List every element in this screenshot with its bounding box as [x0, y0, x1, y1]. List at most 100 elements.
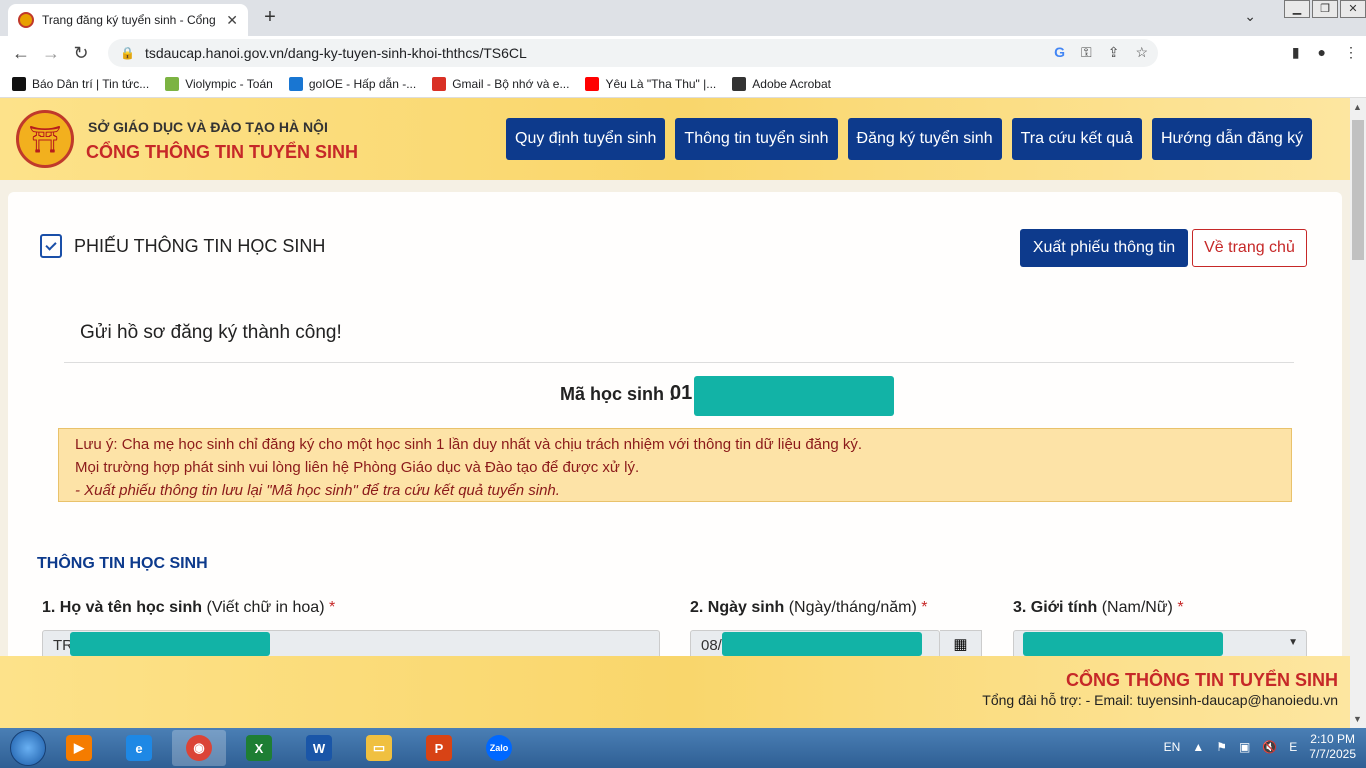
field-name-title: 1. Họ và tên học sinh [42, 599, 203, 616]
export-info-button[interactable]: Xuất phiếu thông tin [1020, 229, 1188, 267]
taskbar-powerpoint[interactable]: P [412, 730, 466, 766]
input-method-icon[interactable]: E [1289, 740, 1297, 754]
taskbar-excel[interactable]: X [232, 730, 286, 766]
bookmark-star-icon[interactable]: ☆ [1135, 44, 1148, 61]
form-title-row: PHIẾU THÔNG TIN HỌC SINH [40, 234, 325, 258]
scroll-down-icon[interactable]: ▼ [1353, 714, 1362, 724]
bookmark-label: Gmail - Bộ nhớ và e... [452, 76, 570, 91]
forward-icon[interactable]: → [36, 43, 66, 64]
portal-title[interactable]: CỔNG THÔNG TIN TUYỂN SINH [86, 142, 358, 163]
excel-icon: X [246, 735, 272, 761]
scrollbar-thumb[interactable] [1352, 120, 1364, 260]
taskbar-word[interactable]: W [292, 730, 346, 766]
notice-box: Lưu ý: Cha mẹ học sinh chỉ đăng ký cho m… [58, 428, 1292, 502]
site-header: ⛩ SỞ GIÁO DỤC VÀ ĐÀO TẠO HÀ NỘI CỔNG THÔ… [0, 98, 1350, 180]
taskbar-explorer[interactable]: ▭ [352, 730, 406, 766]
nav-quy-dinh[interactable]: Quy định tuyển sinh [506, 118, 666, 160]
field-gender-label: 3. Giới tính (Nam/Nữ) * [1013, 599, 1184, 617]
field-dob-label: 2. Ngày sinh (Ngày/tháng/năm) * [690, 599, 927, 617]
field-name-hint: (Viết chữ in hoa) [206, 599, 325, 616]
hanoi-logo-icon[interactable]: ⛩ [16, 110, 74, 168]
chrome-icon: ◉ [186, 735, 212, 761]
chevron-down-icon: ▼ [1288, 637, 1298, 648]
windows-taskbar: ▶ e ◉ X W ▭ P Zalo EN ▲ ⚑ ▣ 🔇 E 2:10 PM … [0, 728, 1366, 768]
volume-muted-icon[interactable]: 🔇 [1262, 740, 1277, 754]
notice-line-1: Lưu ý: Cha mẹ học sinh chỉ đăng ký cho m… [75, 436, 863, 453]
dob-value: 08/ [701, 637, 722, 654]
bookmark-item[interactable]: Báo Dân trí | Tin tức... [12, 76, 150, 91]
page-scrollbar[interactable]: ▲ ▼ [1350, 98, 1366, 728]
required-mark: * [921, 599, 928, 616]
taskbar-zalo[interactable]: Zalo [472, 730, 526, 766]
side-panel-icon[interactable]: ▮ [1292, 44, 1300, 61]
address-bar[interactable]: 🔒 tsdaucap.hanoi.gov.vn/dang-ky-tuyen-si… [108, 39, 1158, 67]
nav-huong-dan[interactable]: Hướng dẫn đăng ký [1151, 118, 1313, 160]
scroll-up-icon[interactable]: ▲ [1353, 102, 1362, 112]
home-button[interactable]: Về trang chủ [1192, 229, 1307, 267]
google-icon[interactable]: G [1054, 44, 1065, 61]
share-icon[interactable]: ⇪ [1108, 44, 1120, 61]
key-icon[interactable]: ⚿ [1081, 44, 1092, 61]
bookmark-item[interactable]: Gmail - Bộ nhớ và e... [432, 76, 570, 91]
bookmark-item[interactable]: Violympic - Toán [165, 76, 273, 91]
divider [64, 362, 1294, 363]
bookmark-item[interactable]: Yêu Là "Tha Thu" |... [585, 76, 717, 91]
department-name: SỞ GIÁO DỤC VÀ ĐÀO TẠO HÀ NỘI [88, 119, 328, 135]
menu-icon[interactable]: ⋮ [1344, 44, 1358, 61]
bookmark-item[interactable]: Adobe Acrobat [732, 76, 831, 91]
word-icon: W [306, 735, 332, 761]
new-tab-button[interactable]: + [258, 6, 282, 29]
footer-title: CỔNG THÔNG TIN TUYỂN SINH [1065, 670, 1338, 690]
notice-line-2: Mọi trường hợp phát sinh vui lòng liên h… [75, 459, 640, 476]
notice-line-3: - Xuất phiếu thông tin lưu lại "Mã học s… [75, 482, 560, 499]
bookmark-label: Adobe Acrobat [752, 76, 831, 91]
clock[interactable]: 2:10 PM 7/7/2025 [1309, 732, 1356, 762]
zalo-icon: Zalo [486, 735, 512, 761]
gmail-icon [432, 76, 447, 91]
nav-tra-cuu[interactable]: Tra cứu kết quả [1011, 118, 1142, 160]
redaction-block [694, 376, 894, 416]
youtube-icon [585, 76, 600, 91]
nav-dang-ky[interactable]: Đăng ký tuyển sinh [847, 118, 1002, 160]
tray-expand-icon[interactable]: ▲ [1192, 740, 1204, 754]
taskbar-chrome[interactable]: ◉ [172, 730, 226, 766]
field-dob-title: 2. Ngày sinh [690, 599, 785, 616]
system-tray: EN ▲ ⚑ ▣ 🔇 E 2:10 PM 7/7/2025 [1164, 732, 1356, 762]
bookmark-label: Yêu Là "Tha Thu" |... [605, 76, 717, 91]
field-dob-hint: (Ngày/tháng/năm) [788, 599, 917, 616]
start-button[interactable] [10, 730, 46, 766]
profile-icon[interactable]: ● [1318, 44, 1326, 61]
redaction-block [70, 632, 270, 656]
bookmarks-bar: Báo Dân trí | Tin tức... Violympic - Toán… [0, 70, 1366, 98]
clipboard-check-icon [40, 234, 62, 258]
flag-icon[interactable]: ⚑ [1216, 740, 1227, 754]
student-id-value: 01 [670, 382, 693, 404]
tab-title: Trang đăng ký tuyển sinh - Cổng [42, 13, 216, 27]
close-tab-icon[interactable]: ✕ [226, 12, 238, 29]
browser-tab[interactable]: Trang đăng ký tuyển sinh - Cổng ✕ [8, 4, 248, 36]
internet-explorer-icon: e [126, 735, 152, 761]
language-indicator[interactable]: EN [1164, 740, 1181, 754]
window-controls: ▁ ❐ ✕ [1284, 0, 1366, 18]
tab-strip: Trang đăng ký tuyển sinh - Cổng ✕ + ⌄ ▁ … [0, 0, 1366, 36]
required-mark: * [1177, 599, 1184, 616]
restore-button[interactable]: ❐ [1312, 0, 1338, 18]
reload-icon[interactable]: ↻ [66, 43, 96, 64]
taskbar-ie[interactable]: e [112, 730, 166, 766]
close-window-button[interactable]: ✕ [1340, 0, 1366, 18]
required-mark: * [328, 599, 336, 616]
taskbar-media-player[interactable]: ▶ [52, 730, 106, 766]
success-message: Gửi hồ sơ đăng ký thành công! [80, 322, 342, 343]
bookmark-item[interactable]: goIOE - Hấp dẫn -... [288, 76, 416, 91]
clock-date: 7/7/2025 [1309, 747, 1356, 761]
lock-icon[interactable]: 🔒 [120, 46, 135, 60]
bookmark-label: Báo Dân trí | Tin tức... [32, 76, 150, 91]
redaction-block [722, 632, 922, 656]
field-gender-title: 3. Giới tính [1013, 599, 1098, 616]
network-icon[interactable]: ▣ [1239, 740, 1250, 754]
clock-time: 2:10 PM [1310, 732, 1355, 746]
minimize-button[interactable]: ▁ [1284, 0, 1310, 18]
tab-search-chevron-icon[interactable]: ⌄ [1244, 8, 1256, 25]
back-icon[interactable]: ← [6, 43, 36, 64]
nav-thong-tin[interactable]: Thông tin tuyển sinh [675, 118, 838, 160]
